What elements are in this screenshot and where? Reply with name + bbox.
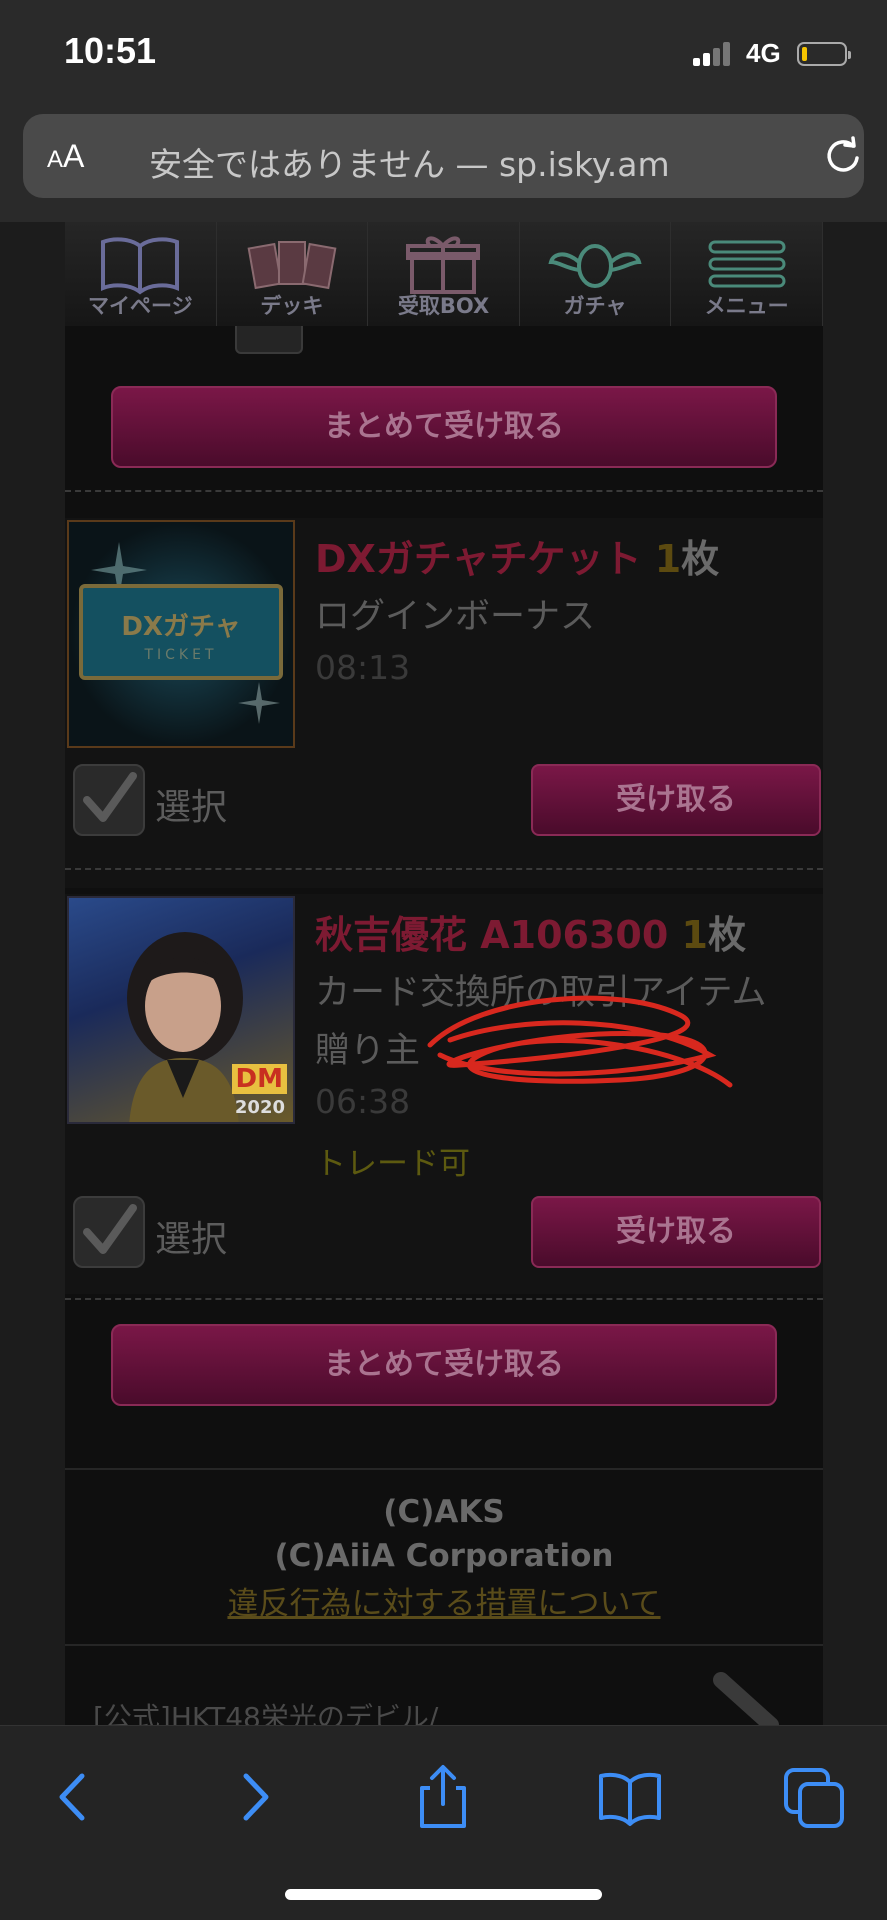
divider xyxy=(65,490,823,492)
nav-label: デッキ xyxy=(260,294,324,318)
network-type: 4G xyxy=(746,38,781,68)
signal-icon xyxy=(693,42,735,66)
select-checkbox[interactable] xyxy=(73,1196,145,1268)
item-title: 秋吉優花 A106300 1枚 xyxy=(315,913,746,957)
item-time: 08:13 xyxy=(315,648,411,687)
checkmark-icon xyxy=(83,772,137,822)
item-sender: 贈り主 xyxy=(315,1031,421,1071)
footer: (C)AKS (C)AiiA Corporation 違反行為に対する措置につい… xyxy=(65,1490,823,1630)
nav-mypage[interactable]: マイページ xyxy=(65,222,217,326)
item-time: 06:38 xyxy=(315,1082,411,1121)
winged-capsule-icon xyxy=(548,244,642,288)
nav-label: メニュー xyxy=(704,294,789,318)
select-label: 選択 xyxy=(155,1219,228,1260)
divider xyxy=(65,1298,823,1300)
phone-screen: 10:51 4G AA 安全ではありません — sp.isky.am マイページ… xyxy=(0,0,887,1920)
nav-gift-box[interactable]: 受取BOX xyxy=(368,222,520,326)
select-checkbox[interactable] xyxy=(73,764,145,836)
bookmarks-icon[interactable] xyxy=(595,1762,665,1832)
copyright-aiia: (C)AiiA Corporation xyxy=(274,1538,614,1574)
divider xyxy=(65,1468,823,1470)
status-bar: 10:51 4G xyxy=(0,0,887,110)
nav-label: マイページ xyxy=(88,294,193,318)
divider xyxy=(65,868,823,870)
url-text[interactable]: 安全ではありません — sp.isky.am xyxy=(149,138,670,186)
member-card-thumbnail: DM 2020 xyxy=(67,896,295,1124)
ticket-title: DXガチャ xyxy=(121,612,241,642)
tabs-icon[interactable] xyxy=(780,1762,850,1832)
bulk-receive-button-bottom[interactable]: まとめて受け取る xyxy=(111,1324,777,1406)
forward-icon[interactable] xyxy=(220,1762,290,1832)
web-page: マイページ デッキ 受取BOX ガチャ メニュー まとめて受け取る DXガチャ … xyxy=(65,222,823,1725)
item-title: DXガチャチケット 1枚 xyxy=(315,537,720,581)
tradeable-label: トレード可 xyxy=(315,1146,470,1182)
nav-gacha[interactable]: ガチャ xyxy=(519,222,672,326)
back-icon[interactable] xyxy=(38,1762,108,1832)
pencil-icon xyxy=(713,1672,779,1725)
nav-label: ガチャ xyxy=(563,294,627,318)
checkmark-icon xyxy=(83,1204,137,1254)
gacha-ticket-thumbnail: DXガチャ TICKET xyxy=(67,520,295,748)
share-icon[interactable] xyxy=(408,1762,478,1832)
receive-button[interactable]: 受け取る xyxy=(531,764,821,836)
browser-address-area: AA 安全ではありません — sp.isky.am xyxy=(0,110,887,222)
event-badge: DM xyxy=(231,1064,287,1094)
violation-policy-link[interactable]: 違反行為に対する措置について xyxy=(65,1578,823,1630)
redaction-scribble xyxy=(427,995,733,1088)
item-description: ログインボーナス xyxy=(315,597,596,637)
book-icon xyxy=(101,237,180,295)
nav-label: 受取BOX xyxy=(397,294,490,318)
game-nav-bar: マイページ デッキ 受取BOX ガチャ メニュー xyxy=(65,222,823,326)
battery-icon xyxy=(797,42,851,66)
reload-icon[interactable] xyxy=(823,136,863,176)
event-year: 2020 xyxy=(234,1097,285,1118)
nav-menu[interactable]: メニュー xyxy=(671,222,823,326)
gift-item: DXガチャ TICKET DXガチャチケット 1枚 ログインボーナス 08:13… xyxy=(65,518,823,888)
receive-button[interactable]: 受け取る xyxy=(531,1196,821,1268)
select-label: 選択 xyxy=(155,787,228,828)
divider xyxy=(65,1644,823,1646)
reader-settings-button[interactable]: AA xyxy=(47,138,84,175)
address-bar[interactable]: AA 安全ではありません — sp.isky.am xyxy=(23,114,864,198)
home-indicator[interactable] xyxy=(285,1889,602,1900)
promo-banner-text[interactable]: [公式]HKT48栄光のデビル/ xyxy=(93,1696,438,1725)
clock: 10:51 xyxy=(64,30,157,71)
cards-icon xyxy=(247,241,337,290)
menu-icon xyxy=(708,240,786,288)
copyright-aks: (C)AKS xyxy=(383,1494,505,1530)
bulk-receive-button-top[interactable]: まとめて受け取る xyxy=(111,386,777,468)
nav-deck[interactable]: デッキ xyxy=(216,222,369,326)
ticket-subtitle: TICKET xyxy=(144,647,218,663)
gift-icon xyxy=(406,236,481,294)
